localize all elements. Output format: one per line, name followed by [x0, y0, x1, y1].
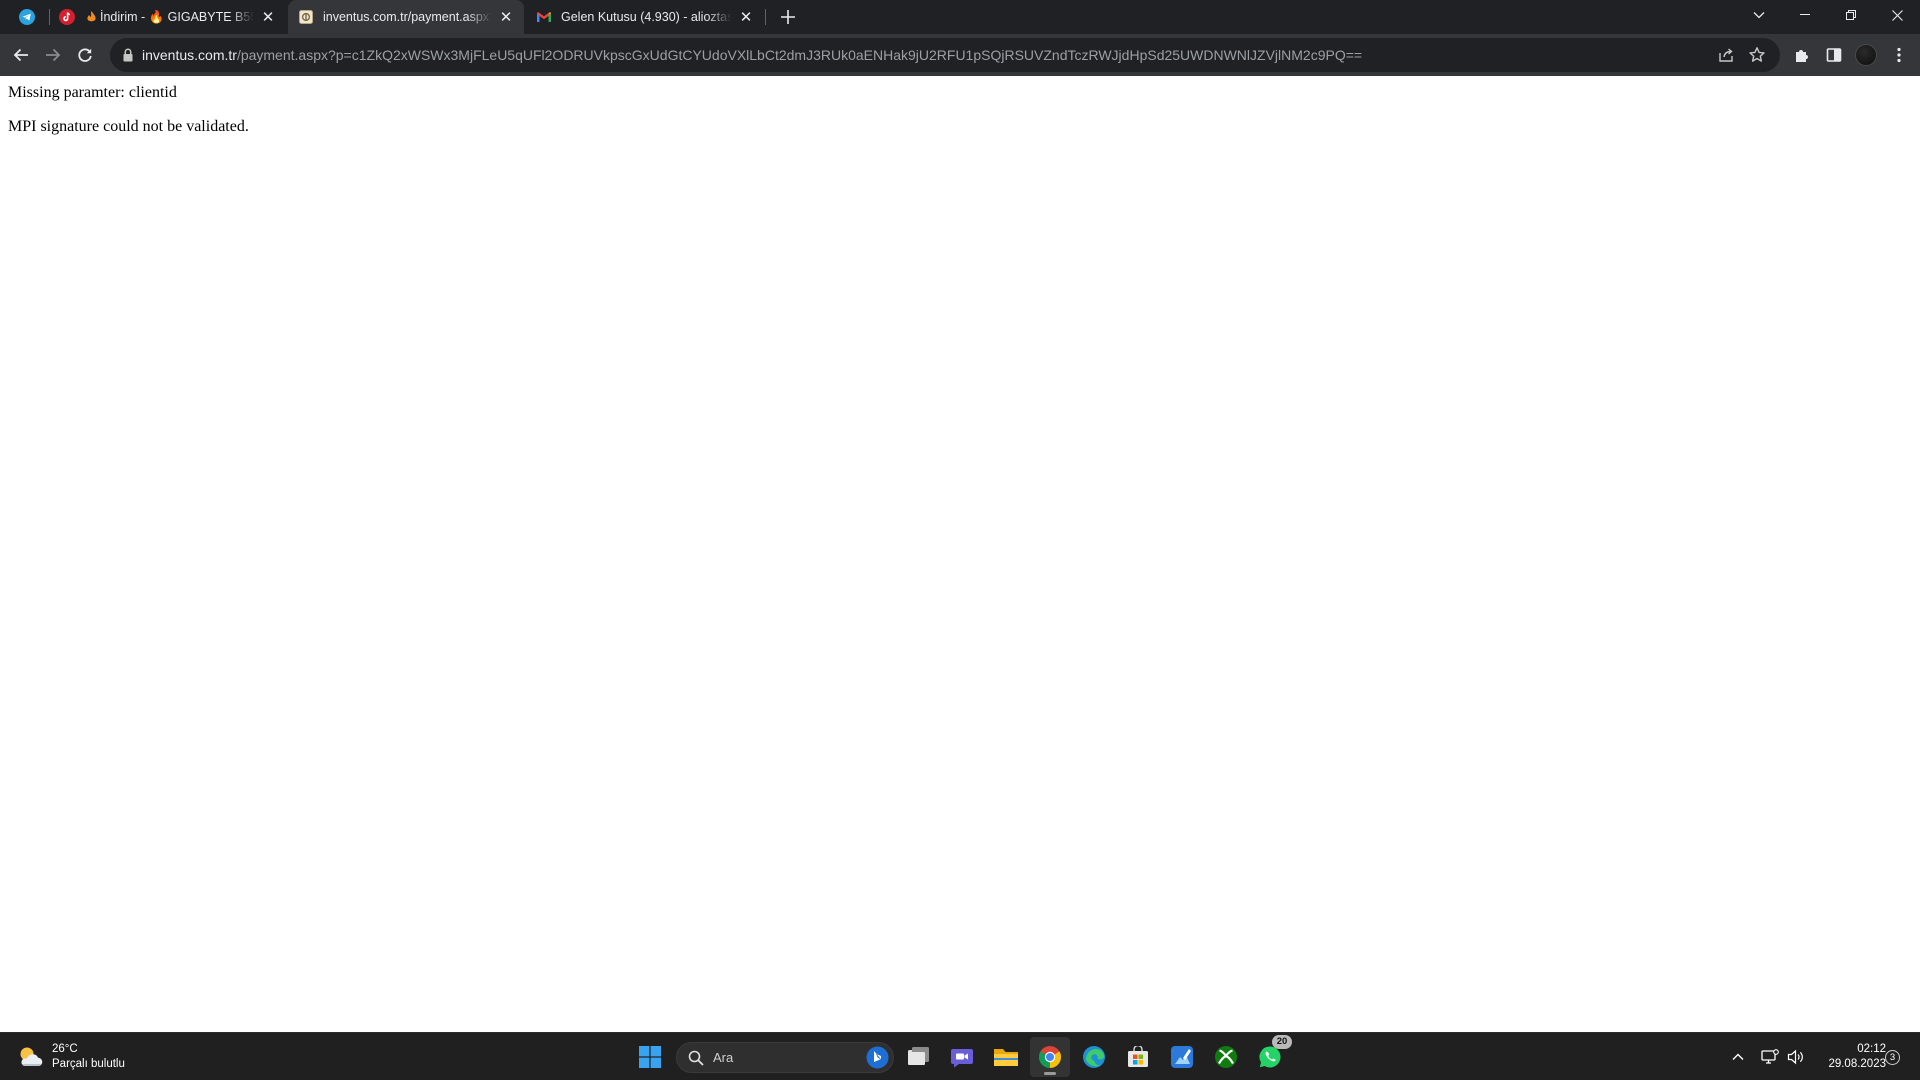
taskbar-edge[interactable] — [1074, 1037, 1114, 1077]
clock-date: 29.08.2023 — [1828, 1058, 1886, 1070]
arrow-right-icon — [46, 48, 61, 62]
tab-title: İndirim - 🔥 GIGABYTE B550M — [100, 9, 254, 24]
url-host: inventus.com.tr — [142, 47, 237, 63]
tab-search-button[interactable] — [1736, 0, 1782, 30]
reload-button[interactable] — [69, 39, 101, 71]
forward-button[interactable] — [37, 39, 69, 71]
tab-payment[interactable]: inventus.com.tr/payment.aspx?p ✕ — [288, 0, 524, 34]
tab-separator — [765, 9, 766, 25]
task-view-icon — [908, 1047, 929, 1065]
taskbar-chrome[interactable] — [1030, 1037, 1070, 1077]
new-tab-button[interactable] — [776, 5, 800, 29]
bookmark-star-icon[interactable] — [1748, 46, 1766, 64]
taskbar: 26°C Parçalı bulutlu Ara 20 02:12 29.08.… — [0, 1032, 1920, 1080]
telegram-icon — [19, 9, 35, 25]
minimize-icon — [1800, 14, 1810, 15]
weather-temperature: 26°C — [52, 1043, 78, 1055]
lock-icon[interactable] — [120, 47, 136, 63]
restore-icon — [1846, 10, 1856, 20]
close-icon[interactable]: ✕ — [738, 9, 754, 26]
arrow-left-icon — [13, 48, 28, 62]
address-bar[interactable]: inventus.com.tr/payment.aspx?p=c1ZkQ2xWS… — [110, 38, 1780, 72]
partly-cloudy-icon — [20, 1047, 43, 1066]
taskbar-store[interactable] — [1118, 1037, 1158, 1077]
taskbar-file-explorer[interactable] — [986, 1037, 1026, 1077]
minimize-button[interactable] — [1782, 0, 1828, 30]
reload-icon — [78, 48, 92, 62]
tab-indirim[interactable]: İndirim - 🔥 GIGABYTE B550M ✕ — [76, 0, 286, 34]
notification-center-button[interactable]: 3 — [1885, 1050, 1900, 1065]
kebab-menu-icon — [1897, 47, 1901, 63]
plus-icon — [781, 10, 795, 24]
menu-button[interactable] — [1887, 43, 1911, 67]
flame-icon — [86, 9, 96, 25]
back-button[interactable] — [5, 39, 37, 71]
folder-icon — [994, 1049, 1018, 1066]
chat-icon — [951, 1049, 973, 1068]
speaker-icon — [1787, 1049, 1803, 1065]
chevron-up-icon — [1732, 1053, 1744, 1060]
close-icon[interactable]: ✕ — [498, 9, 514, 26]
tab-title: Gelen Kutusu (4.930) - alioztas05 — [561, 10, 732, 24]
browser-toolbar: inventus.com.tr/payment.aspx?p=c1ZkQ2xWS… — [0, 34, 1920, 76]
taskbar-xbox[interactable] — [1206, 1037, 1246, 1077]
error-message-signature: MPI signature could not be validated. — [8, 118, 249, 135]
network-status[interactable] — [1760, 1047, 1780, 1067]
restore-button[interactable] — [1828, 0, 1874, 30]
puzzle-icon — [1796, 50, 1808, 62]
page-icon — [298, 9, 314, 25]
active-indicator — [1044, 1072, 1056, 1075]
search-icon — [688, 1050, 704, 1066]
url-text[interactable]: inventus.com.tr/payment.aspx?p=c1ZkQ2xWS… — [142, 38, 1362, 72]
taskbar-search[interactable]: Ara — [676, 1042, 894, 1073]
avatar — [1855, 44, 1877, 66]
volume-control[interactable] — [1786, 1047, 1806, 1067]
search-placeholder: Ara — [713, 1050, 734, 1065]
network-icon — [1761, 1049, 1779, 1064]
chrome-icon — [1039, 1046, 1061, 1068]
side-panel-button[interactable] — [1822, 43, 1846, 67]
start-button[interactable] — [630, 1037, 670, 1077]
show-hidden-icons-button[interactable] — [1728, 1047, 1748, 1067]
taskbar-chat[interactable] — [942, 1037, 982, 1077]
weather-condition: Parçalı bulutlu — [52, 1058, 125, 1070]
windows-logo-icon — [639, 1046, 661, 1068]
error-message-missing-param: Missing paramter: clientid — [8, 84, 177, 101]
profile-button[interactable] — [1854, 43, 1878, 67]
pinned-tab-telegram[interactable] — [8, 0, 46, 34]
tab-strip: İndirim - 🔥 GIGABYTE B550M ✕ inventus.co… — [0, 0, 1920, 34]
unread-badge: 20 — [1272, 1035, 1292, 1049]
taskbar-whatsapp[interactable]: 20 — [1250, 1035, 1292, 1077]
paint-icon — [1171, 1046, 1193, 1068]
extensions-button[interactable] — [1790, 43, 1814, 67]
tiktok-icon — [59, 9, 75, 25]
share-icon[interactable] — [1718, 47, 1734, 63]
task-view-button[interactable] — [899, 1037, 939, 1077]
taskbar-app-paint[interactable] — [1162, 1037, 1202, 1077]
store-icon — [1128, 1046, 1148, 1067]
url-path: /payment.aspx?p=c1ZkQ2xWSWx3MjFLeU5qUFl2… — [236, 47, 1363, 63]
page-content: Missing paramter: clientid MPI signature… — [0, 76, 1920, 1032]
close-icon — [1891, 9, 1903, 21]
clock-time: 02:12 — [1857, 1043, 1886, 1055]
gmail-icon — [536, 9, 552, 25]
chevron-down-icon — [1753, 12, 1765, 19]
system-clock[interactable]: 02:12 29.08.2023 — [1806, 1042, 1886, 1072]
xbox-icon — [1215, 1046, 1237, 1068]
edge-icon — [1083, 1046, 1105, 1068]
weather-widget[interactable]: 26°C Parçalı bulutlu — [16, 1041, 125, 1073]
bing-icon[interactable] — [866, 1046, 889, 1069]
close-window-button[interactable] — [1874, 0, 1920, 30]
tab-title: inventus.com.tr/payment.aspx?p — [323, 10, 492, 24]
tab-gmail[interactable]: Gelen Kutusu (4.930) - alioztas05 ✕ — [526, 0, 764, 34]
close-icon[interactable]: ✕ — [260, 9, 276, 26]
side-panel-icon — [1826, 48, 1842, 62]
